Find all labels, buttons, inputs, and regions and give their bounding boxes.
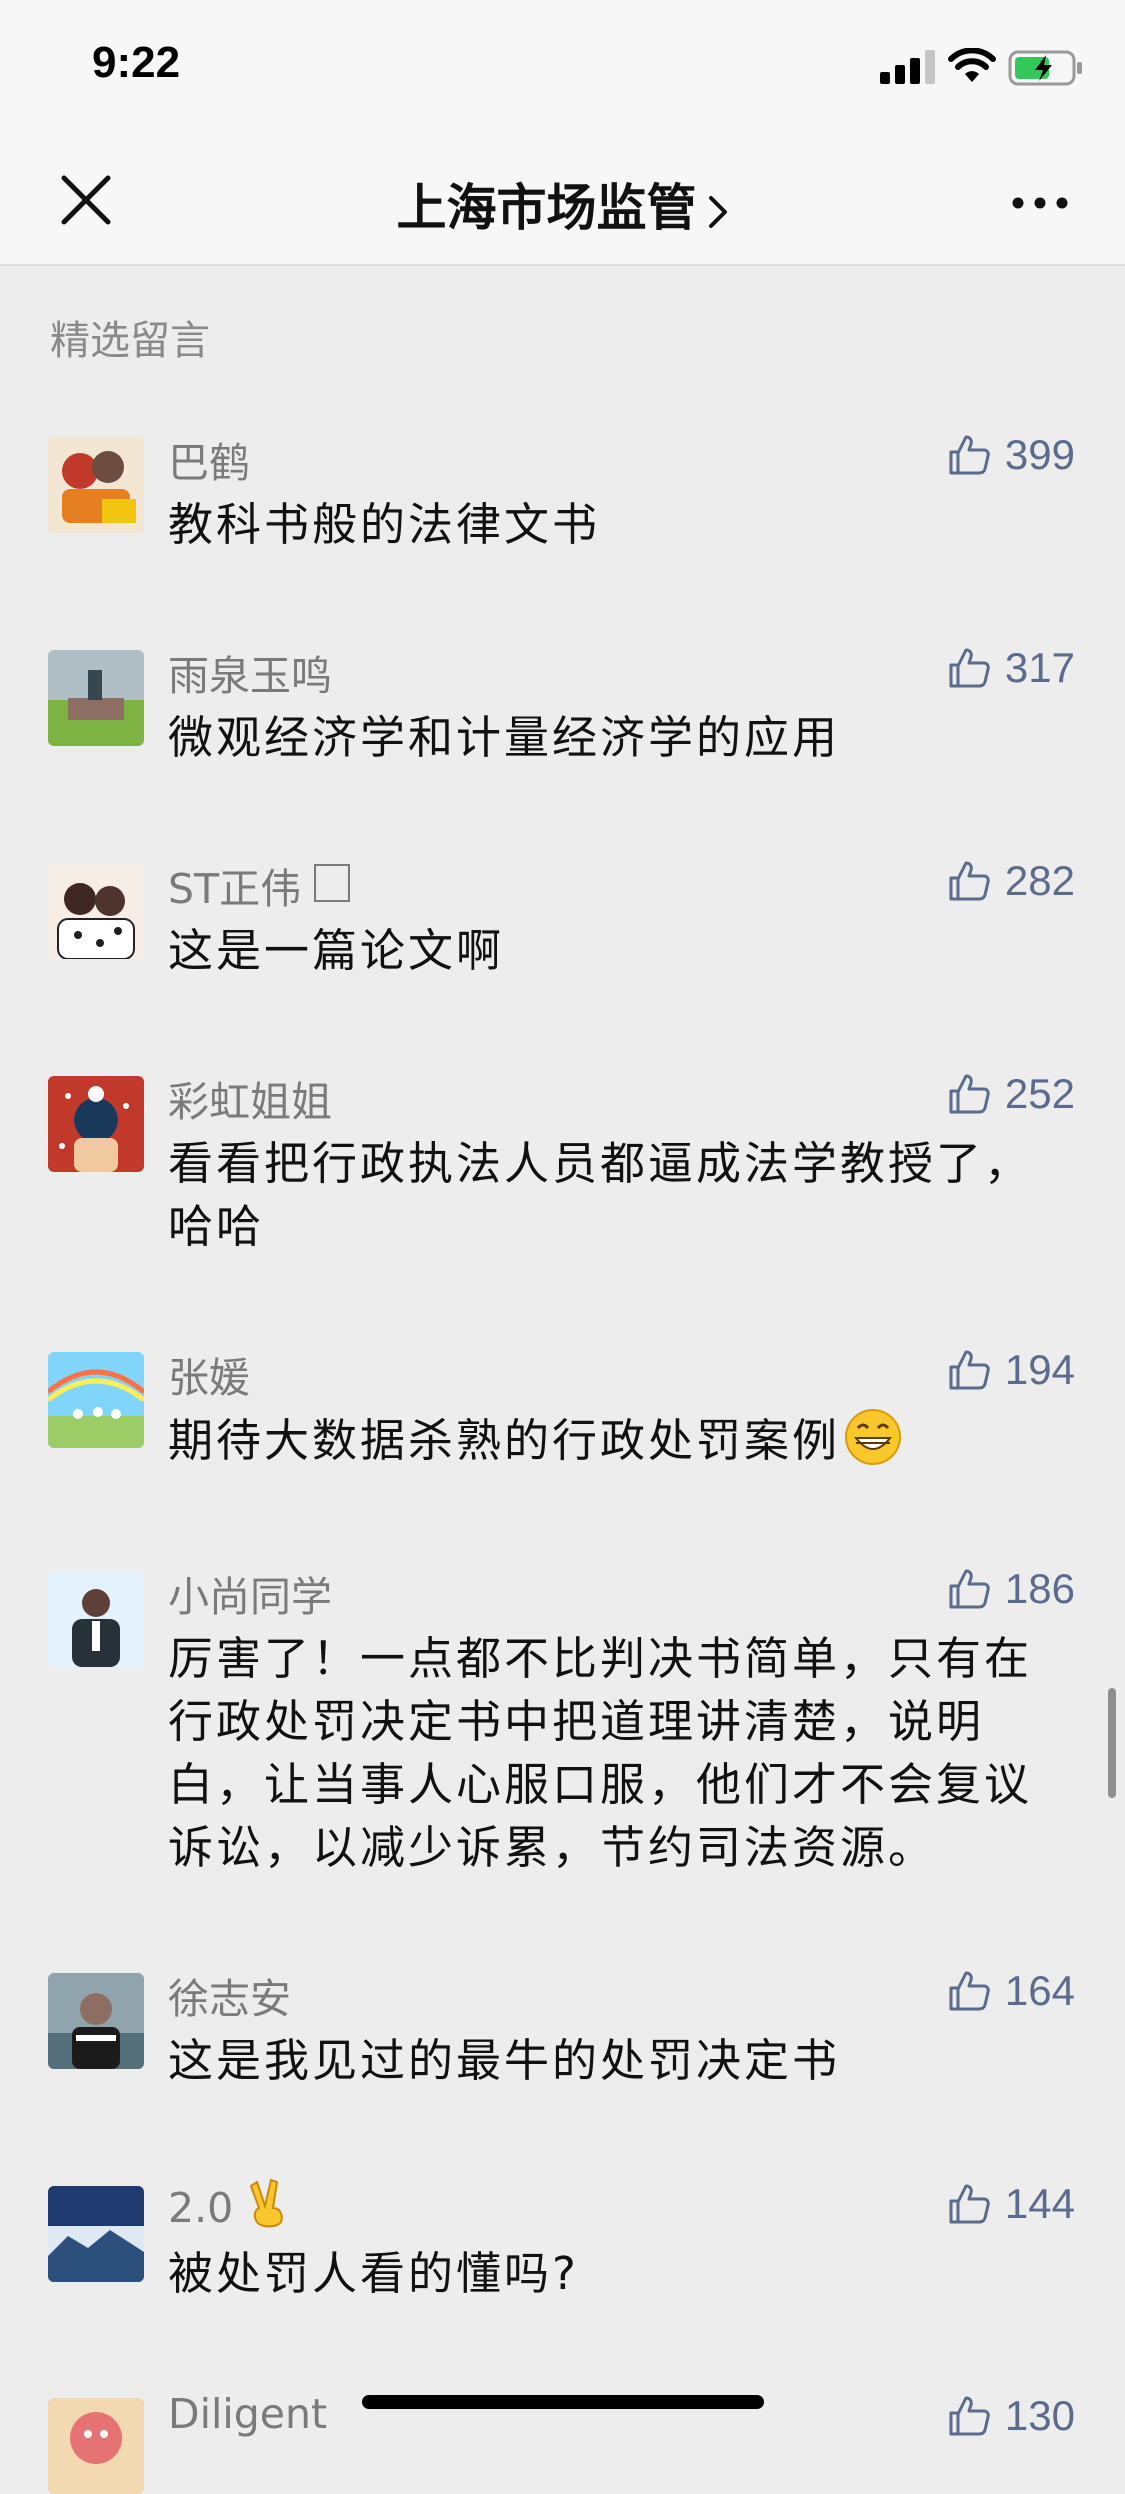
status-bar: 9:22 xyxy=(0,0,1125,140)
avatar[interactable] xyxy=(48,2186,144,2282)
avatar[interactable] xyxy=(48,1571,144,1667)
commenter-name: ST正伟 xyxy=(168,865,302,913)
scrollbar[interactable] xyxy=(1108,1688,1116,1798)
battery-charging-icon xyxy=(1008,50,1082,86)
like-count: 252 xyxy=(1004,1070,1075,1117)
commenter-name: 巴鹤 xyxy=(168,439,250,487)
thumbs-up-icon xyxy=(949,648,990,688)
comment-text: 教科书般的法律文书 xyxy=(168,498,601,551)
nav-bar: 上海市场监管 xyxy=(0,140,1125,266)
comment-text: 看看把行政执法人员都逼成法学教授了，哈哈 xyxy=(168,1137,1033,1253)
like-button[interactable]: 317 xyxy=(947,638,1075,698)
victory-hand-emoji-icon xyxy=(250,2178,283,2228)
avatar[interactable] xyxy=(48,1973,144,2069)
thumbs-up-icon xyxy=(949,1569,990,1609)
thumbs-up-icon xyxy=(949,2396,990,2436)
like-count: 282 xyxy=(1004,857,1075,904)
more-options-icon[interactable] xyxy=(1010,188,1070,218)
like-button[interactable]: 186 xyxy=(947,1559,1075,1619)
wifi-icon xyxy=(948,48,996,82)
thumbs-up-icon xyxy=(949,1350,990,1390)
comment-text: 这是我见过的最牛的处罚决定书 xyxy=(168,2034,841,2087)
comment-text: 被处罚人看的懂吗? xyxy=(168,2247,579,2300)
comment-text: 这是一篇论文啊 xyxy=(168,924,505,977)
like-button[interactable]: 194 xyxy=(947,1340,1075,1400)
avatar[interactable] xyxy=(48,2398,144,2494)
thumbs-up-icon xyxy=(949,861,990,901)
commenter-name: 小尚同学 xyxy=(168,1573,332,1621)
avatar[interactable] xyxy=(48,1352,144,1448)
like-button[interactable]: 130 xyxy=(947,2386,1075,2446)
like-count: 130 xyxy=(1004,2392,1075,2439)
avatar[interactable] xyxy=(48,863,144,959)
comment-text: 厉害了！一点都不比判决书简单，只有在行政处罚决定书中把道理讲清楚，说明白，让当事… xyxy=(168,1632,1033,1874)
thumbs-up-icon xyxy=(949,2184,990,2224)
like-count: 194 xyxy=(1004,1346,1075,1393)
like-button[interactable]: 144 xyxy=(947,2174,1075,2234)
cellular-signal-icon xyxy=(880,50,935,84)
home-indicator[interactable] xyxy=(362,2395,764,2409)
missing-glyph-icon xyxy=(314,864,350,902)
thumbs-up-icon xyxy=(949,1971,990,2011)
grin-emoji-icon xyxy=(845,1409,902,1465)
section-title: 精选留言 xyxy=(50,318,210,364)
like-count: 144 xyxy=(1004,2180,1075,2227)
like-count: 317 xyxy=(1004,644,1075,691)
like-count: 164 xyxy=(1004,1967,1075,2014)
comment-text: 微观经济学和计量经济学的应用 xyxy=(168,711,841,764)
commenter-name: 2.0 xyxy=(168,2178,289,2232)
commenter-name: Diligent xyxy=(168,2390,328,2438)
like-button[interactable]: 252 xyxy=(947,1064,1075,1124)
commenter-name: 彩虹姐姐 xyxy=(168,1078,332,1126)
like-count: 186 xyxy=(1004,1565,1075,1612)
like-button[interactable]: 282 xyxy=(947,851,1075,911)
status-time: 9:22 xyxy=(92,38,181,87)
commenter-name: 雨泉玉鸣 xyxy=(168,652,332,700)
like-count: 399 xyxy=(1004,431,1075,478)
comment-text: 期待大数据杀熟的行政处罚案例 xyxy=(168,1408,1073,1472)
avatar[interactable] xyxy=(48,1076,144,1172)
like-button[interactable]: 399 xyxy=(947,425,1075,485)
commenter-name: 张媛 xyxy=(168,1354,250,1402)
avatar[interactable] xyxy=(48,437,144,533)
thumbs-up-icon xyxy=(949,435,990,475)
chevron-right-icon xyxy=(708,195,727,228)
account-title: 上海市场监管 xyxy=(396,179,697,237)
avatar[interactable] xyxy=(48,650,144,746)
like-button[interactable]: 164 xyxy=(947,1961,1075,2021)
commenter-name: 徐志安 xyxy=(168,1975,291,2023)
thumbs-up-icon xyxy=(949,1074,990,1114)
account-title-button[interactable]: 上海市场监管 xyxy=(0,168,1125,240)
